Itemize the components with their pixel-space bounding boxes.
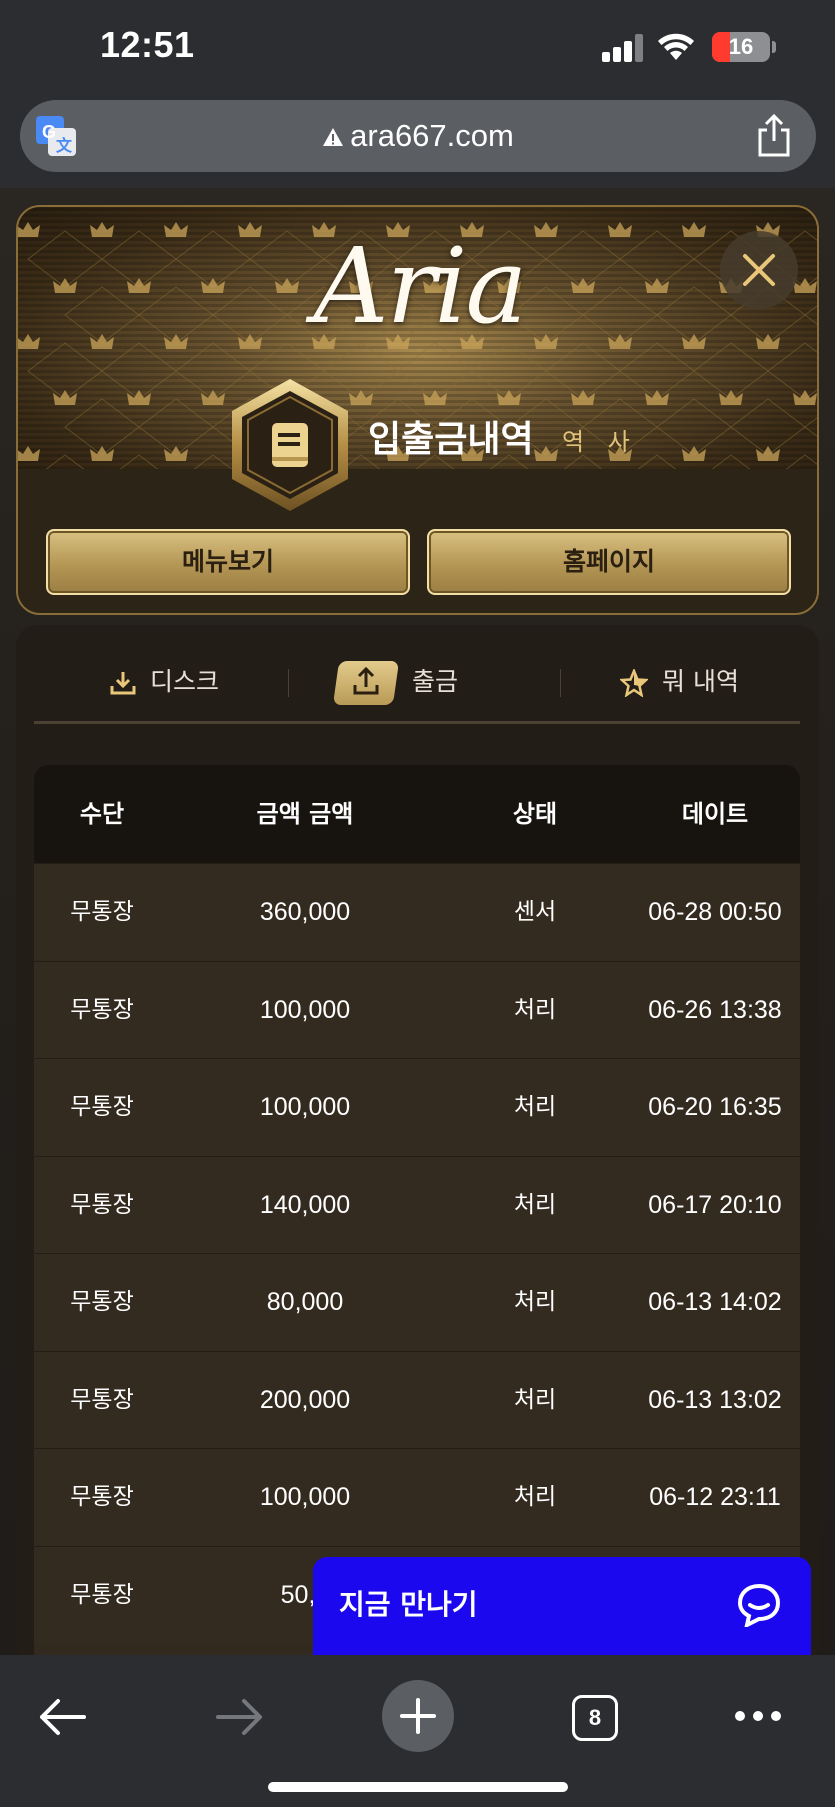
star-icon bbox=[620, 669, 648, 697]
row-status: 처리 bbox=[513, 1289, 557, 1315]
diamond-line bbox=[804, 417, 817, 437]
row-amount: 140,000 bbox=[259, 1190, 351, 1219]
url-text: ara667.com bbox=[350, 118, 514, 153]
diamond-line bbox=[119, 454, 159, 469]
diamond-line bbox=[767, 342, 817, 400]
plus-icon bbox=[400, 1698, 436, 1734]
book-icon bbox=[232, 379, 348, 511]
header-date: 데이트 bbox=[681, 800, 749, 828]
tabs-count-button[interactable]: 8 bbox=[572, 1695, 618, 1741]
tab-divider bbox=[560, 669, 561, 697]
row-date: 06-13 13:02 bbox=[648, 1385, 782, 1414]
history-modal: Aria 입출금내역 역 사 메뉴보기 홈페이지 bbox=[16, 205, 819, 615]
row-status: 처리 bbox=[513, 1191, 557, 1218]
row-method: 무통장 bbox=[70, 1386, 134, 1413]
table-row: 무통장 140,000 처리 06-17 20:10 bbox=[34, 1155, 800, 1253]
row-date: 06-28 00:50 bbox=[648, 898, 782, 926]
url-display: ara667.com bbox=[20, 100, 816, 172]
row-date: 06-12 23:11 bbox=[649, 1483, 781, 1511]
download-icon bbox=[110, 672, 136, 695]
diamond-line bbox=[711, 454, 751, 469]
row-date: 06-26 13:38 bbox=[648, 995, 782, 1024]
row-date: 06-20 16:35 bbox=[648, 1093, 782, 1121]
table-row: 무통장 360,000 센서 06-28 00:50 bbox=[34, 863, 800, 960]
battery-cap bbox=[772, 41, 776, 53]
row-status: 센서 bbox=[513, 899, 557, 925]
back-arrow-icon[interactable] bbox=[38, 1697, 86, 1737]
row-amount: 100,000 bbox=[259, 1483, 351, 1511]
row-method: 무통장 bbox=[70, 1191, 134, 1218]
row-amount: 200,000 bbox=[259, 1385, 351, 1414]
new-tab-button[interactable] bbox=[382, 1680, 454, 1752]
tab-withdraw[interactable]: 출금 bbox=[332, 647, 459, 717]
wifi-icon bbox=[658, 33, 694, 60]
table-row: 무통장 100,000 처리 06-12 23:11 bbox=[34, 1448, 800, 1545]
tab-points-label: 뭐 내역 bbox=[662, 667, 739, 696]
tab-withdraw-label: 출금 bbox=[412, 667, 459, 696]
chat-widget[interactable]: 지금 만나기 bbox=[313, 1557, 811, 1657]
tab-divider bbox=[288, 669, 289, 697]
history-panel: 디스크 출금 뭐 내역 수단 금액 금액 상태 데이트 무통장 360,000 … bbox=[16, 625, 819, 1665]
tab-underline bbox=[34, 721, 800, 724]
chat-bubble-icon bbox=[737, 1583, 781, 1627]
homepage-button[interactable]: 홈페이지 bbox=[427, 529, 791, 595]
more-icon[interactable] bbox=[734, 1709, 782, 1723]
row-amount: 100,000 bbox=[259, 995, 351, 1024]
row-method: 무통장 bbox=[70, 1581, 134, 1608]
close-button[interactable] bbox=[720, 231, 798, 309]
table-row: 무통장 100,000 처리 06-20 16:35 bbox=[34, 1058, 800, 1155]
header-status: 상태 bbox=[512, 800, 558, 828]
chat-label: 지금 만나기 bbox=[339, 1588, 478, 1621]
header-amount: 금액 금액 bbox=[256, 800, 354, 828]
row-status: 처리 bbox=[513, 1094, 557, 1120]
share-icon[interactable] bbox=[754, 114, 794, 158]
table-row: 무통장 200,000 처리 06-13 13:02 bbox=[34, 1350, 800, 1448]
row-method: 무통장 bbox=[70, 1484, 134, 1510]
table-header: 수단 금액 금액 상태 데이트 bbox=[34, 765, 800, 863]
battery-icon: 16 bbox=[712, 32, 770, 62]
diamond-line bbox=[563, 454, 603, 469]
history-table: 수단 금액 금액 상태 데이트 무통장 360,000 센서 06-28 00:50 무… bbox=[34, 765, 800, 1665]
tab-deposit[interactable]: 디스크 bbox=[110, 647, 219, 717]
menu-button[interactable]: 메뉴보기 bbox=[46, 529, 410, 595]
history-tabs: 디스크 출금 뭐 내역 bbox=[34, 647, 800, 717]
home-indicator bbox=[268, 1782, 568, 1792]
row-status: 처리 bbox=[513, 1386, 557, 1413]
modal-subtitle: 역 사 bbox=[562, 428, 638, 456]
table-row: 무통장 80,000 처리 06-13 14:02 bbox=[34, 1253, 800, 1350]
row-amount: 100,000 bbox=[259, 1093, 351, 1121]
battery-level: 16 bbox=[728, 34, 754, 59]
status-bar: 12:51 16 bbox=[0, 0, 835, 88]
browser-url-area: G 文 ara667.com bbox=[0, 88, 835, 188]
tab-deposit-label: 디스크 bbox=[150, 667, 220, 696]
modal-title: 입출금내역 bbox=[368, 419, 534, 460]
table-row: 무통장 100,000 처리 06-26 13:38 bbox=[34, 960, 800, 1058]
row-date: 06-17 20:10 bbox=[648, 1190, 782, 1219]
crown-mark bbox=[18, 446, 40, 461]
row-method: 무통장 bbox=[70, 996, 134, 1023]
row-status: 처리 bbox=[513, 996, 557, 1023]
forward-arrow-icon[interactable] bbox=[216, 1697, 264, 1737]
status-time: 12:51 bbox=[100, 24, 195, 65]
tab-points[interactable]: 뭐 내역 bbox=[620, 647, 739, 717]
warning-icon bbox=[323, 128, 344, 146]
aria-logo: Aria bbox=[313, 225, 527, 347]
row-amount: 80,000 bbox=[266, 1288, 344, 1316]
header-method: 수단 bbox=[79, 800, 125, 828]
row-method: 무통장 bbox=[70, 1289, 134, 1315]
row-amount: 360,000 bbox=[259, 898, 351, 926]
upload-icon bbox=[332, 661, 400, 705]
diamond-line bbox=[637, 454, 677, 469]
address-bar[interactable]: G 文 ara667.com bbox=[20, 100, 816, 172]
row-method: 무통장 bbox=[70, 899, 134, 925]
cellular-signal-icon bbox=[602, 34, 644, 62]
diamond-line bbox=[45, 454, 85, 469]
row-date: 06-13 14:02 bbox=[648, 1288, 782, 1316]
row-status: 처리 bbox=[513, 1484, 557, 1510]
close-icon bbox=[743, 254, 775, 286]
row-method: 무통장 bbox=[70, 1094, 134, 1120]
